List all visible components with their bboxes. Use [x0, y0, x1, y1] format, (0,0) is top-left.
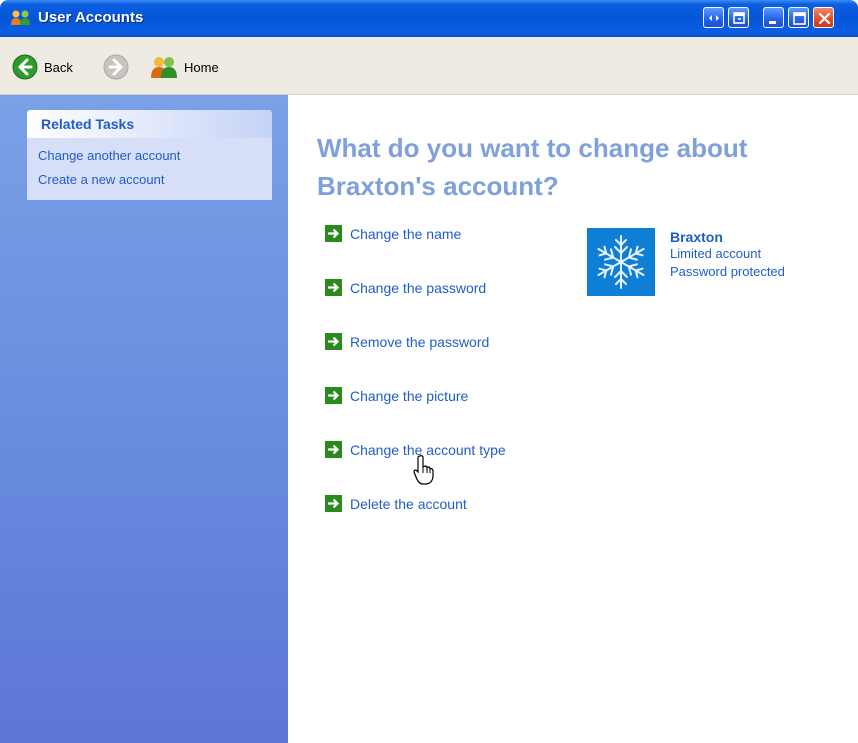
account-status: Password protected [670, 264, 785, 279]
related-tasks-title: Related Tasks [41, 116, 135, 132]
green-arrow-icon [325, 225, 342, 242]
window-icon [733, 12, 745, 24]
green-arrow-icon [325, 333, 342, 350]
action-label: Change the password [350, 279, 487, 296]
forward-button[interactable] [103, 50, 129, 84]
maximize-icon [793, 12, 806, 25]
page-heading: What do you want to change about Braxton… [317, 129, 847, 205]
create-new-account-link[interactable]: Create a new account [38, 172, 164, 187]
account-info: Braxton Limited account Password protect… [670, 229, 785, 281]
account-picture [587, 228, 655, 296]
double-arrow-icon [709, 15, 719, 21]
green-arrow-icon [325, 279, 342, 296]
change-name-link[interactable]: Change the name [325, 225, 461, 242]
close-button[interactable] [813, 7, 834, 28]
heading-line-2: Braxton's account? [317, 171, 559, 201]
back-arrow-icon [12, 54, 38, 80]
green-arrow-icon [325, 441, 342, 458]
close-icon [818, 12, 831, 25]
account-type: Limited account [670, 246, 762, 261]
heading-line-1: What do you want to change about [317, 133, 748, 163]
user-accounts-icon [11, 10, 30, 25]
title-bar[interactable]: User Accounts [0, 0, 858, 37]
green-arrow-icon [325, 387, 342, 404]
related-tasks-box: Related Tasks Change another account Cre… [27, 110, 272, 200]
switch-view-button[interactable] [703, 7, 724, 28]
change-another-account-link[interactable]: Change another account [38, 148, 180, 163]
help-button[interactable] [728, 7, 749, 28]
hand-cursor-icon [413, 455, 434, 485]
users-icon [151, 57, 177, 78]
snowflake-icon [594, 235, 648, 289]
change-picture-link[interactable]: Change the picture [325, 387, 468, 404]
home-button[interactable]: Home [150, 50, 219, 84]
remove-password-link[interactable]: Remove the password [325, 333, 489, 350]
main-content: What do you want to change about Braxton… [288, 95, 858, 743]
maximize-button[interactable] [788, 7, 809, 28]
account-name: Braxton [670, 229, 723, 245]
window-title: User Accounts [38, 9, 144, 26]
back-label: Back [44, 59, 73, 75]
navigation-toolbar: Back Home [0, 37, 858, 95]
action-label: Change the name [350, 225, 462, 242]
forward-arrow-icon [103, 54, 129, 80]
task-pane: Related Tasks Change another account Cre… [0, 95, 288, 743]
action-label: Change the picture [350, 387, 469, 404]
home-label: Home [184, 59, 219, 75]
change-password-link[interactable]: Change the password [325, 279, 486, 296]
minimize-button[interactable] [763, 7, 784, 28]
delete-account-link[interactable]: Delete the account [325, 495, 467, 512]
related-tasks-header: Related Tasks [27, 110, 272, 138]
back-button[interactable]: Back [12, 50, 73, 84]
action-label: Delete the account [350, 495, 467, 512]
green-arrow-icon [325, 495, 342, 512]
action-label: Remove the password [350, 333, 490, 350]
related-tasks-body: Change another account Create a new acco… [27, 138, 272, 200]
minimize-icon [769, 21, 776, 24]
